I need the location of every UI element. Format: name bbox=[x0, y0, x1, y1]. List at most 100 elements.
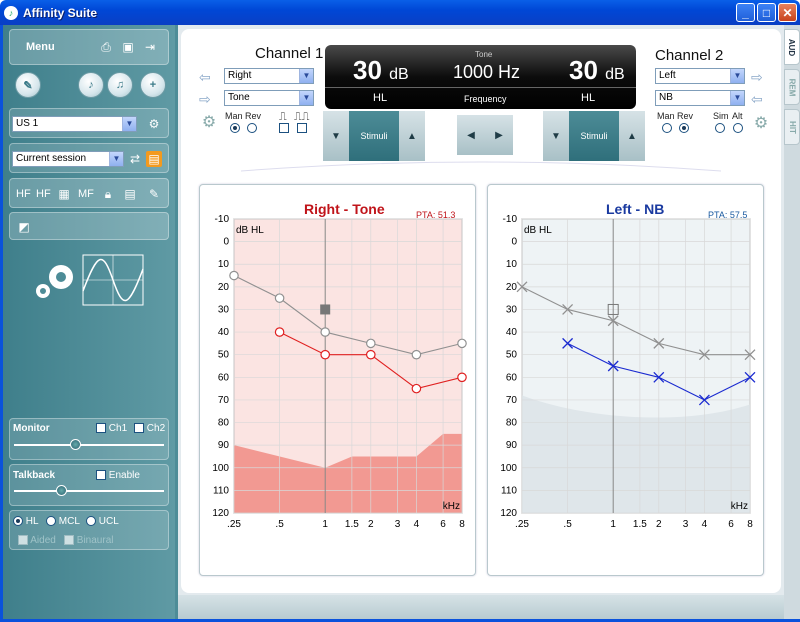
ucl-radio[interactable]: UCL bbox=[86, 516, 119, 527]
ch2-rev-radio[interactable] bbox=[679, 122, 689, 134]
right-y-tick: 80 bbox=[218, 418, 230, 429]
session-swap-icon[interactable]: ⇄ bbox=[127, 151, 143, 167]
ch1-stim-arrow-icon[interactable]: ⇨ bbox=[199, 91, 219, 107]
ch1-man-radio[interactable] bbox=[230, 122, 240, 134]
ch2-stimuli-button[interactable]: Stimuli bbox=[569, 111, 619, 161]
close-button[interactable]: ✕ bbox=[778, 3, 797, 22]
binaural-checkbox[interactable]: Binaural bbox=[64, 535, 113, 546]
ch2-alt-radio[interactable] bbox=[733, 122, 743, 134]
left-x-tick: 6 bbox=[728, 519, 734, 530]
ch1-stimuli-button[interactable]: Stimuli bbox=[349, 111, 399, 161]
ch1-pulse-checkbox[interactable] bbox=[279, 122, 289, 134]
ch2-level-down-button[interactable]: ▼ bbox=[543, 111, 569, 161]
hl-radio[interactable]: HL bbox=[13, 516, 39, 527]
save-icon[interactable]: ▣ bbox=[120, 39, 136, 55]
audiogram-tool-icon[interactable]: ▦ bbox=[56, 186, 72, 202]
transducer-button[interactable]: ✎ bbox=[15, 72, 41, 98]
right-y-tick: 10 bbox=[218, 259, 230, 270]
right-x-tick: 1.5 bbox=[345, 519, 359, 530]
enable-checkbox[interactable]: Enable bbox=[96, 470, 140, 481]
chart-tool-icon[interactable]: ◩ bbox=[16, 219, 32, 235]
logo-graphic bbox=[36, 254, 144, 306]
left-audiogram-chart[interactable]: -10 0 10 20 30 40 50 60 70 80 90 100 110 120.25 .5 1 1.5… bbox=[488, 213, 765, 543]
window-title: Affinity Suite bbox=[23, 5, 97, 20]
session-select[interactable]: Current session ▼ bbox=[12, 151, 124, 167]
ch1-label: Ch1 bbox=[108, 423, 128, 434]
right-data-point bbox=[457, 372, 467, 383]
left-y-tick: 40 bbox=[506, 327, 518, 338]
right-data-point bbox=[366, 338, 376, 349]
tab-rem-label: REM bbox=[787, 78, 797, 96]
right-x-tick: 8 bbox=[459, 519, 465, 530]
ch2-man-rev-label: Man Rev bbox=[657, 111, 694, 121]
frequency-up-button[interactable]: ▶ bbox=[485, 115, 513, 155]
right-audiogram-chart[interactable]: -10 0 10 20 30 40 50 60 70 80 90 100 110 120.25 .5 1 1.5… bbox=[200, 213, 477, 543]
left-y-tick: 60 bbox=[506, 372, 518, 383]
ch2-output-select[interactable]: Left ▼ bbox=[655, 68, 745, 84]
ch2-output-arrow-icon[interactable]: ⇨ bbox=[751, 69, 771, 85]
left-y-axis-label: dB HL bbox=[524, 225, 552, 236]
hf-tool-2[interactable]: HF bbox=[36, 188, 51, 200]
hf-tool[interactable]: HF bbox=[16, 188, 31, 200]
mf-tool[interactable]: MF bbox=[78, 188, 94, 200]
display-stimulus-label: Tone bbox=[475, 50, 493, 59]
add-button[interactable]: + bbox=[140, 72, 166, 98]
settings-gear-icon[interactable]: ⚙ bbox=[146, 116, 162, 132]
patient-select[interactable]: US 1 ▼ bbox=[12, 116, 137, 132]
ch1-warble-checkbox[interactable] bbox=[297, 122, 307, 134]
notes-icon[interactable]: ▤ bbox=[122, 186, 138, 202]
left-audiogram-panel: Left - NB PTA: 57.5 -10 0 10 20 30 40 50 60 70 80… bbox=[487, 184, 764, 576]
ch1-level-up-button[interactable]: ▲ bbox=[399, 111, 425, 161]
frequency-label: Frequency bbox=[464, 94, 507, 104]
tab-aud[interactable]: AUD bbox=[784, 29, 800, 65]
ch1-output-arrow-icon[interactable]: ⇦ bbox=[199, 69, 219, 85]
ch1-checkbox[interactable]: Ch1 bbox=[96, 423, 127, 434]
left-x-tick: 1 bbox=[610, 519, 616, 530]
ch2-level-up-button[interactable]: ▲ bbox=[619, 111, 645, 161]
right-y-tick: 90 bbox=[218, 440, 230, 451]
minimize-button[interactable]: _ bbox=[736, 3, 755, 22]
exit-icon[interactable]: ⇥ bbox=[142, 39, 158, 55]
ch2-checkbox[interactable]: Ch2 bbox=[134, 423, 165, 434]
left-x-tick: .5 bbox=[563, 519, 572, 530]
ch1-settings-icon[interactable]: ⚙ bbox=[201, 114, 217, 131]
ch2-stim-select[interactable]: NB ▼ bbox=[655, 90, 745, 106]
mcl-radio[interactable]: MCL bbox=[46, 516, 80, 527]
ch1-rev-radio[interactable] bbox=[247, 122, 257, 134]
session-select-value: Current session bbox=[16, 153, 87, 164]
ch2-man-radio[interactable] bbox=[662, 122, 672, 134]
menu-label[interactable]: Menu bbox=[26, 41, 55, 53]
monitor-slider-knob[interactable] bbox=[70, 439, 81, 450]
ch1-output-select[interactable]: Right ▼ bbox=[224, 68, 314, 84]
ch2-sim-radio[interactable] bbox=[715, 122, 725, 134]
ch2-stim-arrow-icon[interactable]: ⇦ bbox=[751, 91, 771, 107]
tab-hit[interactable]: HIT bbox=[784, 109, 800, 145]
chevron-down-icon: ▼ bbox=[299, 91, 313, 105]
tab-hit-label: HIT bbox=[787, 120, 797, 134]
ch2-settings-icon[interactable]: ⚙ bbox=[753, 115, 769, 132]
edit-icon[interactable]: ✎ bbox=[146, 186, 162, 202]
report-icon[interactable]: ▤ bbox=[146, 151, 162, 167]
talkback-slider-knob[interactable] bbox=[56, 485, 67, 496]
aided-checkbox[interactable]: Aided bbox=[18, 535, 56, 546]
print-icon[interactable]: ⎙ bbox=[98, 39, 114, 55]
tab-rem[interactable]: REM bbox=[784, 69, 800, 105]
right-y-tick: 110 bbox=[213, 485, 229, 496]
right-tabs: AUD REM HIT bbox=[784, 25, 800, 619]
frequency-down-button[interactable]: ◀ bbox=[457, 115, 485, 155]
lock-icon[interactable]: 🔒︎ bbox=[100, 186, 116, 202]
ch1-level-unit: dB bbox=[389, 66, 409, 83]
maximize-button[interactable]: □ bbox=[757, 3, 776, 22]
right-y-tick: 0 bbox=[223, 237, 229, 248]
tone-button[interactable]: ♪ bbox=[78, 72, 104, 98]
talkback-slider-track bbox=[14, 490, 164, 492]
monitor-slider-track bbox=[14, 444, 164, 446]
speech-button[interactable]: ♫ bbox=[107, 72, 133, 98]
left-y-tick: 10 bbox=[506, 259, 518, 270]
ch1-man-rev-label: Man Rev bbox=[225, 111, 262, 121]
ch1-level-down-button[interactable]: ▼ bbox=[323, 111, 349, 161]
ch2-sim-label: Sim bbox=[713, 111, 729, 121]
ch1-stim-select[interactable]: Tone ▼ bbox=[224, 90, 314, 106]
right-y-tick: 100 bbox=[212, 463, 229, 474]
patient-box: US 1 ▼ ⚙ bbox=[9, 108, 169, 138]
